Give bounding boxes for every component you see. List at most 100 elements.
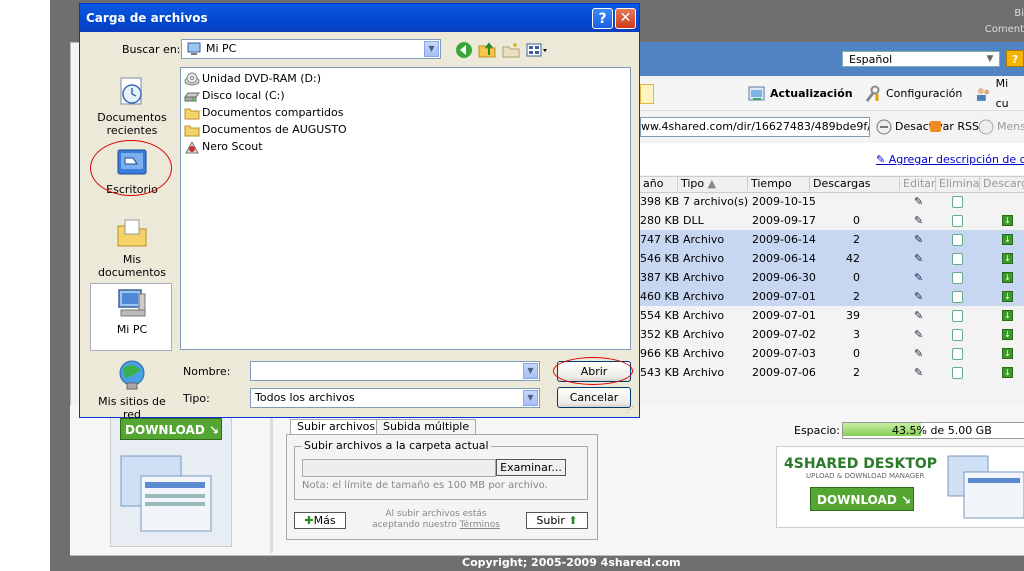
new-folder-icon[interactable] <box>502 41 520 59</box>
download-arrow-icon[interactable]: ↓ <box>1002 234 1013 245</box>
delete-trash-icon[interactable] <box>952 196 963 208</box>
delete-trash-icon[interactable] <box>952 234 963 246</box>
file-downloads-cell: 0 <box>853 347 860 360</box>
edit-pencil-icon[interactable]: ✎ <box>914 347 923 360</box>
language-select[interactable]: Español <box>842 51 1000 67</box>
file-date-cell: 2009-07-02 <box>752 328 816 341</box>
download-arrow-icon[interactable]: ↓ <box>1002 272 1013 283</box>
edit-pencil-icon[interactable]: ✎ <box>914 290 923 303</box>
delete-trash-icon[interactable] <box>952 253 963 265</box>
annotation-oval-desktop <box>90 140 172 196</box>
delete-trash-icon[interactable] <box>952 272 963 284</box>
help-icon: ? <box>598 11 607 27</box>
file-type-cell: Archivo <box>683 271 725 284</box>
more-button[interactable]: ✚Más <box>294 512 346 529</box>
chevron-down-icon[interactable]: ▼ <box>523 363 538 379</box>
top-right-comments-link[interactable]: Coment <box>960 24 1024 35</box>
terms-link[interactable]: Términos <box>460 520 500 530</box>
download-arrow-icon[interactable]: ↓ <box>1002 348 1013 359</box>
file-type-select[interactable]: Todos los archivos <box>250 388 540 408</box>
edit-pencil-icon[interactable]: ✎ <box>914 252 923 265</box>
file-type-cell: Archivo <box>683 328 725 341</box>
upload-button[interactable]: Subir ⬆ <box>526 512 588 529</box>
settings-button[interactable]: Configuración <box>864 84 962 104</box>
column-header-downloads[interactable]: Descargas <box>810 177 900 191</box>
messages-button[interactable]: Mens <box>978 118 1024 136</box>
rss-icon <box>930 121 941 132</box>
info-icon <box>978 119 994 135</box>
space-total: de 5.00 GB <box>926 424 992 437</box>
edit-pencil-icon[interactable]: ✎ <box>914 233 923 246</box>
close-button[interactable]: ✕ <box>615 8 636 29</box>
file-item-shared-documents[interactable]: Documentos compartidos <box>184 104 344 121</box>
plus-icon: ✚ <box>304 514 314 527</box>
column-header-type[interactable]: Tipo ▲ <box>678 177 748 191</box>
toolbar-partial-icon[interactable] <box>640 84 654 104</box>
chevron-down-icon[interactable]: ▼ <box>982 52 998 66</box>
file-date-cell: 2009-07-03 <box>752 347 816 360</box>
update-button[interactable]: Actualización <box>748 84 853 104</box>
download-arrow-icon[interactable]: ↓ <box>1002 367 1013 378</box>
delete-trash-icon[interactable] <box>952 348 963 360</box>
upload-file-path-input[interactable] <box>302 459 496 477</box>
chevron-down-icon[interactable]: ▼ <box>523 390 538 406</box>
file-item-dvd-drive[interactable]: Unidad DVD-RAM (D:) <box>184 70 321 87</box>
edit-pencil-icon[interactable]: ✎ <box>914 195 923 208</box>
delete-trash-icon[interactable] <box>952 291 963 303</box>
my-account-label: Mi cu <box>995 77 1009 110</box>
file-name-input[interactable] <box>250 361 540 381</box>
file-item-augusto-documents[interactable]: Documentos de AUGUSTO <box>184 121 347 138</box>
place-recent-documents[interactable]: Documentos recientes <box>89 74 175 137</box>
look-in-combo[interactable]: Mi PC <box>181 39 441 59</box>
download-arrow-icon[interactable]: ↓ <box>1002 253 1013 264</box>
back-icon[interactable] <box>455 41 473 59</box>
delete-trash-icon[interactable] <box>952 367 963 379</box>
edit-pencil-icon[interactable]: ✎ <box>914 309 923 322</box>
file-downloads-cell: 2 <box>853 233 860 246</box>
edit-pencil-icon[interactable]: ✎ <box>914 328 923 341</box>
column-header-size[interactable]: año <box>640 177 678 191</box>
chevron-down-icon[interactable]: ▼ <box>424 41 439 57</box>
delete-trash-icon[interactable] <box>952 310 963 322</box>
help-icon[interactable]: ? <box>1006 50 1024 67</box>
edit-pencil-icon[interactable]: ✎ <box>914 214 923 227</box>
view-menu-icon[interactable] <box>526 41 550 59</box>
add-description-link[interactable]: ✎ Agregar descripción de carp <box>876 153 1024 166</box>
users-icon <box>976 88 990 101</box>
file-item-nero-scout[interactable]: Nero Scout <box>184 138 263 155</box>
column-header-time[interactable]: Tiempo <box>748 177 810 191</box>
download-desktop-button[interactable]: DOWNLOAD ↘ <box>810 487 914 511</box>
browse-button[interactable]: Examinar... <box>496 459 566 476</box>
update-label: Actualización <box>770 87 853 100</box>
download-arrow-icon[interactable]: ↓ <box>1002 310 1013 321</box>
copyright-text: Copyright; 2005-2009 4shared.com <box>462 556 681 569</box>
place-my-documents[interactable]: Mis documentos <box>89 216 175 279</box>
download-arrow-icon[interactable]: ↓ <box>1002 329 1013 340</box>
download-arrow-icon[interactable]: ↓ <box>1002 291 1013 302</box>
file-downloads-cell: 39 <box>846 309 860 322</box>
recent-documents-icon <box>120 77 142 105</box>
delete-trash-icon[interactable] <box>952 215 963 227</box>
up-folder-icon[interactable] <box>478 41 496 59</box>
place-my-computer[interactable]: Mi PC <box>89 286 175 336</box>
folder-url-field[interactable]: ww.4shared.com/dir/16627483/489bde9f/sha… <box>640 117 870 137</box>
size-limit-note: Nota: el límite de tamaño es 100 MB por … <box>302 480 548 491</box>
delete-trash-icon[interactable] <box>952 329 963 341</box>
file-item-local-disk[interactable]: Disco local (C:) <box>184 87 285 104</box>
file-item-label: Unidad DVD-RAM (D:) <box>202 72 321 85</box>
download-desktop-button-left[interactable]: DOWNLOAD ↘ <box>120 418 222 440</box>
add-description-label: Agregar descripción de carp <box>888 153 1024 166</box>
file-type-cell: Archivo <box>683 252 725 265</box>
help-button[interactable]: ? <box>592 8 613 29</box>
place-network[interactable]: Mis sitios de red <box>89 358 175 421</box>
download-arrow-icon[interactable]: ↓ <box>1002 215 1013 226</box>
resize-grip-icon[interactable]: ⋰ <box>626 405 636 415</box>
file-size-cell: 280 KB <box>640 214 680 227</box>
my-computer-icon <box>118 289 146 317</box>
disable-rss-button[interactable]: Desactivar RSS <box>876 118 979 136</box>
file-type-cell: Archivo <box>683 290 725 303</box>
edit-pencil-icon[interactable]: ✎ <box>914 366 923 379</box>
my-account-button[interactable]: Mi cu <box>974 77 1024 110</box>
edit-pencil-icon[interactable]: ✎ <box>914 271 923 284</box>
cancel-button[interactable]: Cancelar <box>557 387 631 408</box>
